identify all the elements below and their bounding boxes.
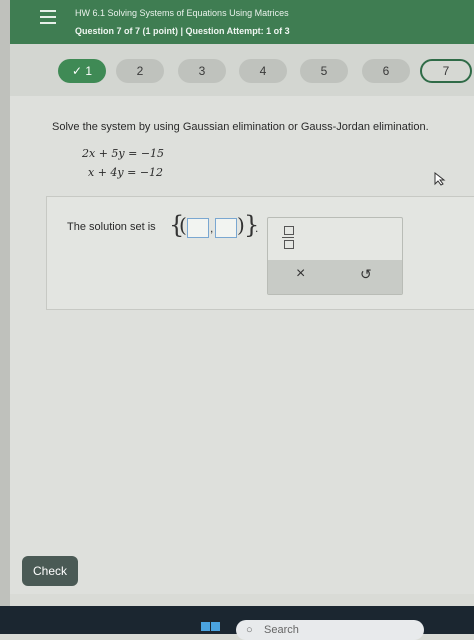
answer-panel: The solution set is { ( , ) } . × ↺ xyxy=(46,196,474,310)
cursor-icon xyxy=(434,172,446,186)
x-value-input[interactable] xyxy=(187,218,209,238)
question-nav-7[interactable]: 7 xyxy=(420,59,472,83)
windows-icon[interactable] xyxy=(201,622,221,634)
os-taskbar: ○ Search xyxy=(0,606,474,640)
menu-icon[interactable] xyxy=(40,10,56,26)
question-nav-2[interactable]: 2 xyxy=(116,59,164,83)
math-toolbox: × ↺ xyxy=(267,217,403,295)
assignment-title: HW 6.1 Solving Systems of Equations Usin… xyxy=(75,8,289,18)
equation-1: 2x + 5y = −15 xyxy=(82,147,165,160)
question-nav-3[interactable]: 3 xyxy=(178,59,226,83)
toolbox-actions: × ↺ xyxy=(268,260,402,294)
open-paren: ( xyxy=(179,213,187,237)
search-icon: ○ xyxy=(246,624,253,636)
comma: , xyxy=(210,221,214,235)
period: . xyxy=(255,221,259,235)
taskbar-search[interactable]: ○ Search xyxy=(236,620,424,640)
question-nav-6[interactable]: 6 xyxy=(362,59,410,83)
problem-instructions: Solve the system by using Gaussian elimi… xyxy=(52,121,429,133)
question-nav: ✓ 1 2 3 4 5 6 7 xyxy=(10,44,474,96)
y-value-input[interactable] xyxy=(215,218,237,238)
screen-bezel xyxy=(0,0,10,634)
fraction-icon[interactable] xyxy=(282,226,296,252)
question-nav-4[interactable]: 4 xyxy=(239,59,287,83)
assignment-header: HW 6.1 Solving Systems of Equations Usin… xyxy=(10,0,474,44)
check-button[interactable]: Check xyxy=(22,556,78,586)
solution-set-label: The solution set is xyxy=(67,221,156,233)
undo-button[interactable]: ↺ xyxy=(360,266,372,283)
question-status: Question 7 of 7 (1 point) | Question Att… xyxy=(75,26,290,36)
question-nav-1[interactable]: ✓ 1 xyxy=(58,59,106,83)
equation-2: x + 4y = −12 xyxy=(88,166,164,179)
search-label: Search xyxy=(264,624,299,636)
question-content: Solve the system by using Gaussian elimi… xyxy=(10,96,474,594)
clear-button[interactable]: × xyxy=(296,265,305,283)
question-nav-5[interactable]: 5 xyxy=(300,59,348,83)
